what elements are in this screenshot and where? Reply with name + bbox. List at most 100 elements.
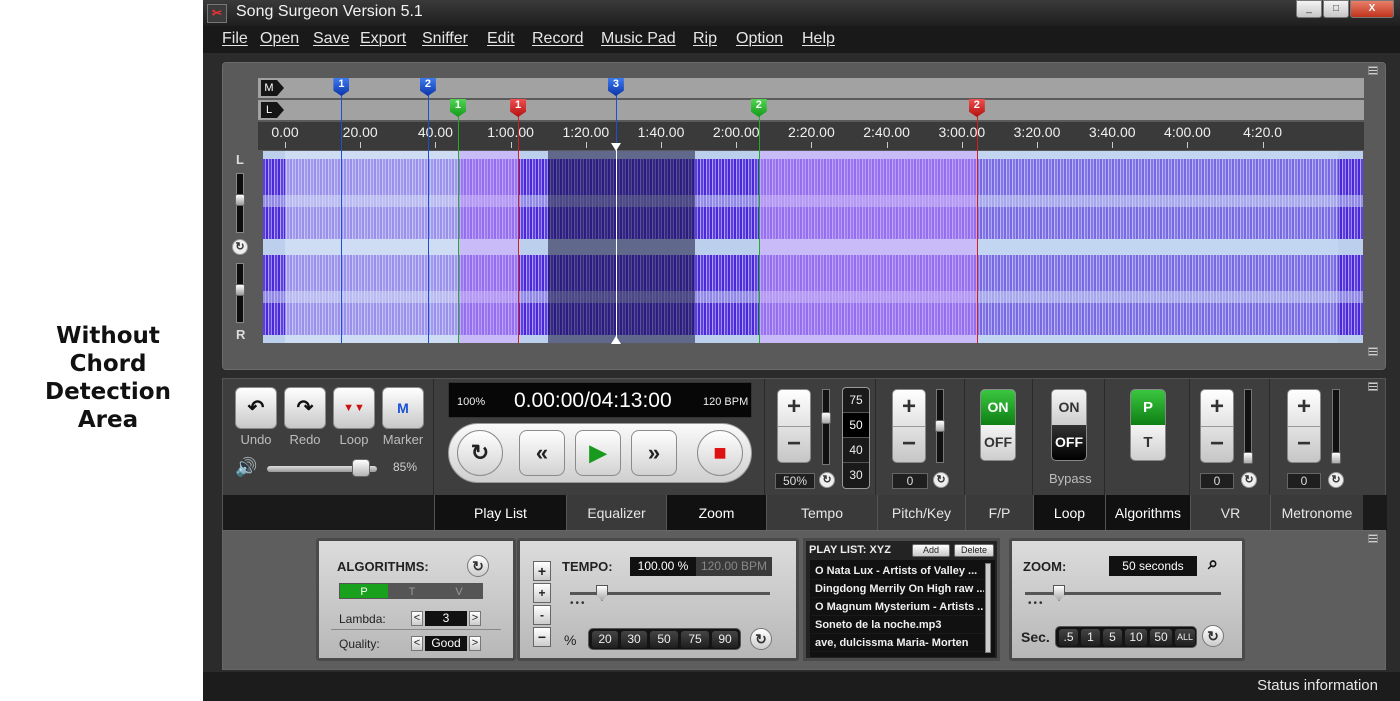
loop-off[interactable]: OFF <box>1052 425 1086 460</box>
tempo-plus-button[interactable]: + <box>778 390 810 426</box>
menu-open[interactable]: Open <box>260 30 299 48</box>
pitch-slider[interactable] <box>935 389 945 463</box>
tempo-card-preset[interactable]: 30 <box>621 631 647 648</box>
menu-music-pad[interactable]: Music Pad <box>601 30 676 48</box>
tempo-card-reset-icon[interactable]: ↻ <box>750 628 772 650</box>
tab-algorithms[interactable]: Algorithms <box>1105 495 1190 531</box>
algo-mode-t[interactable]: T <box>389 583 435 599</box>
loop-button[interactable]: ▼▼ <box>333 387 375 429</box>
metronome-minus-button[interactable]: − <box>1288 427 1320 463</box>
algorithm-toggle[interactable]: P T <box>1130 389 1166 461</box>
menu-edit[interactable]: Edit <box>487 30 515 48</box>
tempo-card-preset[interactable]: 20 <box>592 631 618 648</box>
loop-toggle[interactable]: ON OFF <box>1051 389 1087 461</box>
panel-grip-icon[interactable] <box>1368 66 1378 75</box>
tab-play-list[interactable]: Play List <box>434 495 566 531</box>
playlist-add-button[interactable]: Add <box>912 544 950 557</box>
zoom-reset-icon[interactable]: ↻ <box>1202 625 1224 647</box>
algo-mode-p[interactable]: P <box>339 583 389 599</box>
algorithm-t[interactable]: T <box>1131 425 1165 460</box>
fp-off[interactable]: OFF <box>981 425 1015 460</box>
panel-grip-icon[interactable] <box>1368 382 1378 391</box>
maximize-button[interactable]: □ <box>1323 0 1349 18</box>
tempo-card-minus-button[interactable]: − <box>533 627 551 647</box>
right-gain-slider[interactable] <box>235 263 245 323</box>
tempo-minus-button[interactable]: − <box>778 427 810 463</box>
panel-grip-icon[interactable] <box>1368 347 1378 356</box>
pitch-plus-button[interactable]: + <box>893 390 925 426</box>
tempo-card-preset[interactable]: 50 <box>650 631 678 648</box>
pitch-reset-icon[interactable]: ↻ <box>933 472 949 488</box>
zoom-preset[interactable]: 5 <box>1103 629 1122 646</box>
time-ruler[interactable]: 0.00 20.00 40.00 1:00.00 1:20.00 1:40.00 2:00.… <box>258 122 1364 150</box>
menu-sniffer[interactable]: Sniffer <box>422 30 468 48</box>
pitch-knob[interactable] <box>935 420 945 432</box>
zoom-preset-all[interactable]: ALL <box>1175 629 1195 646</box>
panel-grip-icon[interactable] <box>1368 534 1378 543</box>
tempo-slider[interactable] <box>821 389 831 465</box>
pitch-minus-button[interactable]: − <box>893 427 925 463</box>
algorithm-p[interactable]: P <box>1131 390 1165 425</box>
zoom-preset[interactable]: 10 <box>1125 629 1147 646</box>
vr-knob[interactable] <box>1243 452 1253 464</box>
play-button[interactable]: ▶ <box>575 430 621 476</box>
volume-knob[interactable] <box>351 459 370 477</box>
undo-button[interactable]: ↶ <box>235 387 277 429</box>
algo-mode-v[interactable]: V <box>435 583 483 599</box>
tempo-stepper[interactable]: + − <box>777 389 811 463</box>
close-button[interactable]: X <box>1350 0 1394 18</box>
tab-metronome[interactable]: Metronome <box>1270 495 1363 531</box>
zoom-preset[interactable]: 50 <box>1150 629 1172 646</box>
menu-file[interactable]: File <box>222 30 248 48</box>
tab-pitch-key[interactable]: Pitch/Key <box>877 495 965 531</box>
vr-minus-button[interactable]: − <box>1201 427 1233 463</box>
playlist-item[interactable]: O Magnum Mysterium - Artists ... <box>812 599 984 616</box>
metronome-reset-icon[interactable]: ↻ <box>1328 472 1344 488</box>
tab-fp[interactable]: F/P <box>965 495 1033 531</box>
playlist-item[interactable]: Soneto de la noche.mp3 <box>812 617 984 634</box>
quality-prev-button[interactable]: < <box>411 636 423 651</box>
tab-vr[interactable]: VR <box>1190 495 1270 531</box>
loop-ruler[interactable]: L <box>258 100 1364 120</box>
menu-export[interactable]: Export <box>360 30 406 48</box>
marker-button[interactable]: M <box>382 387 424 429</box>
metronome-slider[interactable] <box>1331 389 1341 464</box>
metronome-knob[interactable] <box>1331 452 1341 464</box>
tempo-preset-75[interactable]: 75 <box>843 388 869 413</box>
playlist-item[interactable]: ave, dulcissma Maria- Morten <box>812 635 984 652</box>
zoom-preset[interactable]: .5 <box>1059 629 1078 646</box>
stop-button[interactable]: ■ <box>697 430 743 476</box>
zoom-preset[interactable]: 1 <box>1081 629 1100 646</box>
tempo-card-knob[interactable] <box>596 585 608 601</box>
tempo-card-small-minus-button[interactable]: - <box>533 605 551 625</box>
tempo-preset-50[interactable]: 50 <box>843 413 869 438</box>
tab-equalizer[interactable]: Equalizer <box>566 495 666 531</box>
tempo-card-preset[interactable]: 90 <box>712 631 738 648</box>
fp-on[interactable]: ON <box>981 390 1015 425</box>
tempo-card-plus-button[interactable]: + <box>533 561 551 581</box>
menu-help[interactable]: Help <box>802 30 835 48</box>
gain-reset-icon[interactable]: ↻ <box>232 239 248 255</box>
menu-option[interactable]: Option <box>736 30 783 48</box>
menu-rip[interactable]: Rip <box>693 30 717 48</box>
vr-stepper[interactable]: + − <box>1200 389 1234 463</box>
zoom-knob[interactable] <box>1053 585 1065 601</box>
forward-button[interactable]: » <box>631 430 677 476</box>
rewind-button[interactable]: « <box>519 430 565 476</box>
playlist-delete-button[interactable]: Delete <box>954 544 994 557</box>
playhead-bottom-icon[interactable] <box>610 336 621 344</box>
fp-toggle[interactable]: ON OFF <box>980 389 1016 461</box>
lambda-next-button[interactable]: > <box>469 611 481 626</box>
menu-save[interactable]: Save <box>313 30 349 48</box>
playhead-top-icon[interactable] <box>610 143 621 151</box>
zoom-magnifier-icon[interactable]: ⌕ <box>1208 553 1218 574</box>
repeat-button[interactable]: ↻ <box>457 430 503 476</box>
playlist-scrollbar[interactable] <box>985 563 991 653</box>
tempo-card-preset[interactable]: 75 <box>681 631 709 648</box>
tab-zoom[interactable]: Zoom <box>666 495 766 531</box>
menu-record[interactable]: Record <box>532 30 584 48</box>
metronome-stepper[interactable]: + − <box>1287 389 1321 463</box>
tab-loop[interactable]: Loop <box>1033 495 1105 531</box>
metronome-plus-button[interactable]: + <box>1288 390 1320 426</box>
tab-tempo[interactable]: Tempo <box>766 495 877 531</box>
